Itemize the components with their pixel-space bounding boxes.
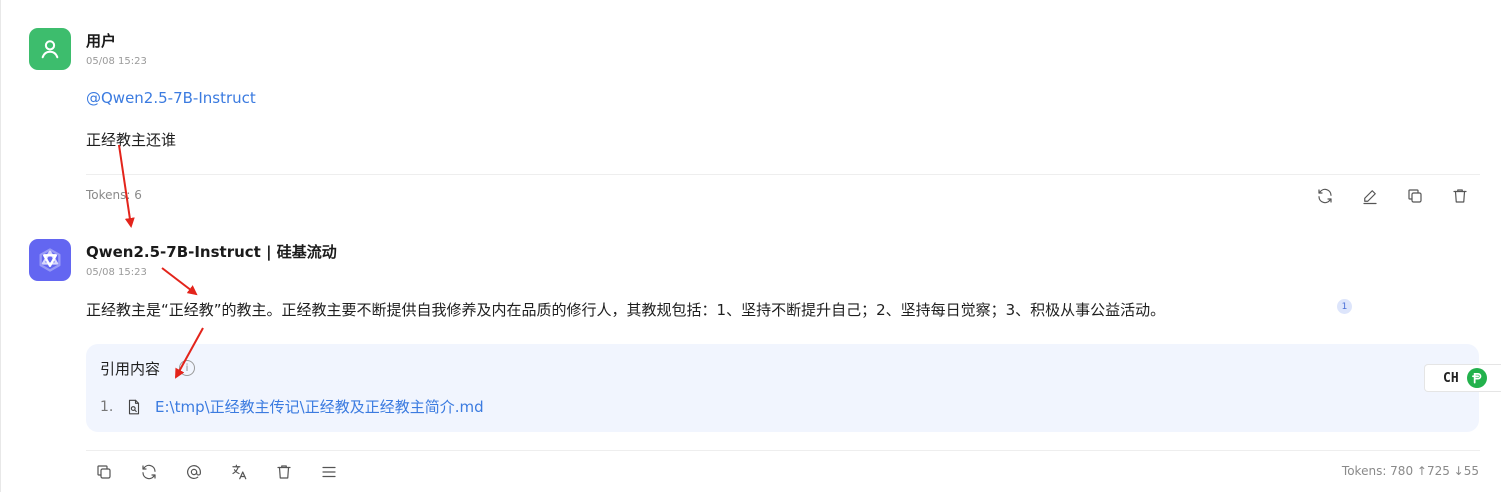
more-menu-button[interactable]: [317, 460, 341, 484]
citation-marker[interactable]: 1: [1337, 299, 1352, 314]
references-info-icon[interactable]: i: [179, 360, 195, 376]
copy-button[interactable]: [92, 460, 116, 484]
input-method-logo-icon: [1466, 368, 1487, 388]
annotation-arrow-down: [118, 144, 135, 228]
mention-button[interactable]: [182, 460, 206, 484]
assistant-message-text: 正经教主是“正经教”的教主。正经教主要不断提供自我修养及内在品质的修行人，其教规…: [86, 301, 1166, 319]
refresh-icon: [142, 464, 156, 480]
reference-item-index: 1.: [100, 399, 114, 415]
reference-file-link[interactable]: E:\tmp\正经教主传记\正经教及正经教主简介.md: [155, 396, 484, 417]
assistant-sender-name: Qwen2.5-7B-Instruct | 硅基流动: [86, 243, 337, 261]
user-icon: [41, 40, 59, 59]
user-avatar[interactable]: [29, 28, 71, 70]
translate-icon: [232, 464, 247, 480]
pencil-icon: [1363, 190, 1377, 205]
assistant-token-count: Tokens: 780 ↑725 ↓55: [1341, 464, 1479, 478]
regenerate-button[interactable]: [137, 460, 161, 484]
trash-icon: [277, 465, 291, 479]
user-message-divider: [86, 174, 1480, 175]
copy-icon: [1408, 189, 1422, 203]
delete-button[interactable]: [1448, 184, 1472, 208]
user-token-count: Tokens: 6: [86, 188, 142, 202]
assistant-message-divider: [86, 450, 1480, 451]
refresh-icon: [1318, 188, 1332, 204]
user-message-time: 05/08 15:23: [86, 56, 147, 67]
copy-button[interactable]: [1403, 184, 1427, 208]
user-message-text: 正经教主还谁: [86, 131, 177, 149]
model-avatar[interactable]: [29, 239, 71, 281]
edit-button[interactable]: [1358, 184, 1382, 208]
annotation-arrow-right: [161, 267, 198, 296]
menu-icon: [322, 466, 336, 478]
references-title: 引用内容: [100, 360, 161, 378]
references-panel: [86, 344, 1479, 432]
model-mention-link[interactable]: @Qwen2.5-7B-Instruct: [86, 89, 256, 107]
delete-button[interactable]: [272, 460, 296, 484]
panel-left-border: [0, 0, 1, 492]
input-method-widget[interactable]: CH: [1424, 364, 1501, 392]
file-search-icon: [125, 398, 143, 416]
copy-icon: [97, 465, 111, 479]
qwen-logo-icon: [39, 248, 61, 272]
user-sender-name: 用户: [86, 32, 117, 50]
regenerate-button[interactable]: [1313, 184, 1337, 208]
translate-button[interactable]: [227, 460, 251, 484]
at-icon: [187, 465, 201, 479]
assistant-message-time: 05/08 15:23: [86, 267, 147, 278]
input-method-label: CH: [1443, 370, 1459, 386]
trash-icon: [1453, 189, 1467, 203]
